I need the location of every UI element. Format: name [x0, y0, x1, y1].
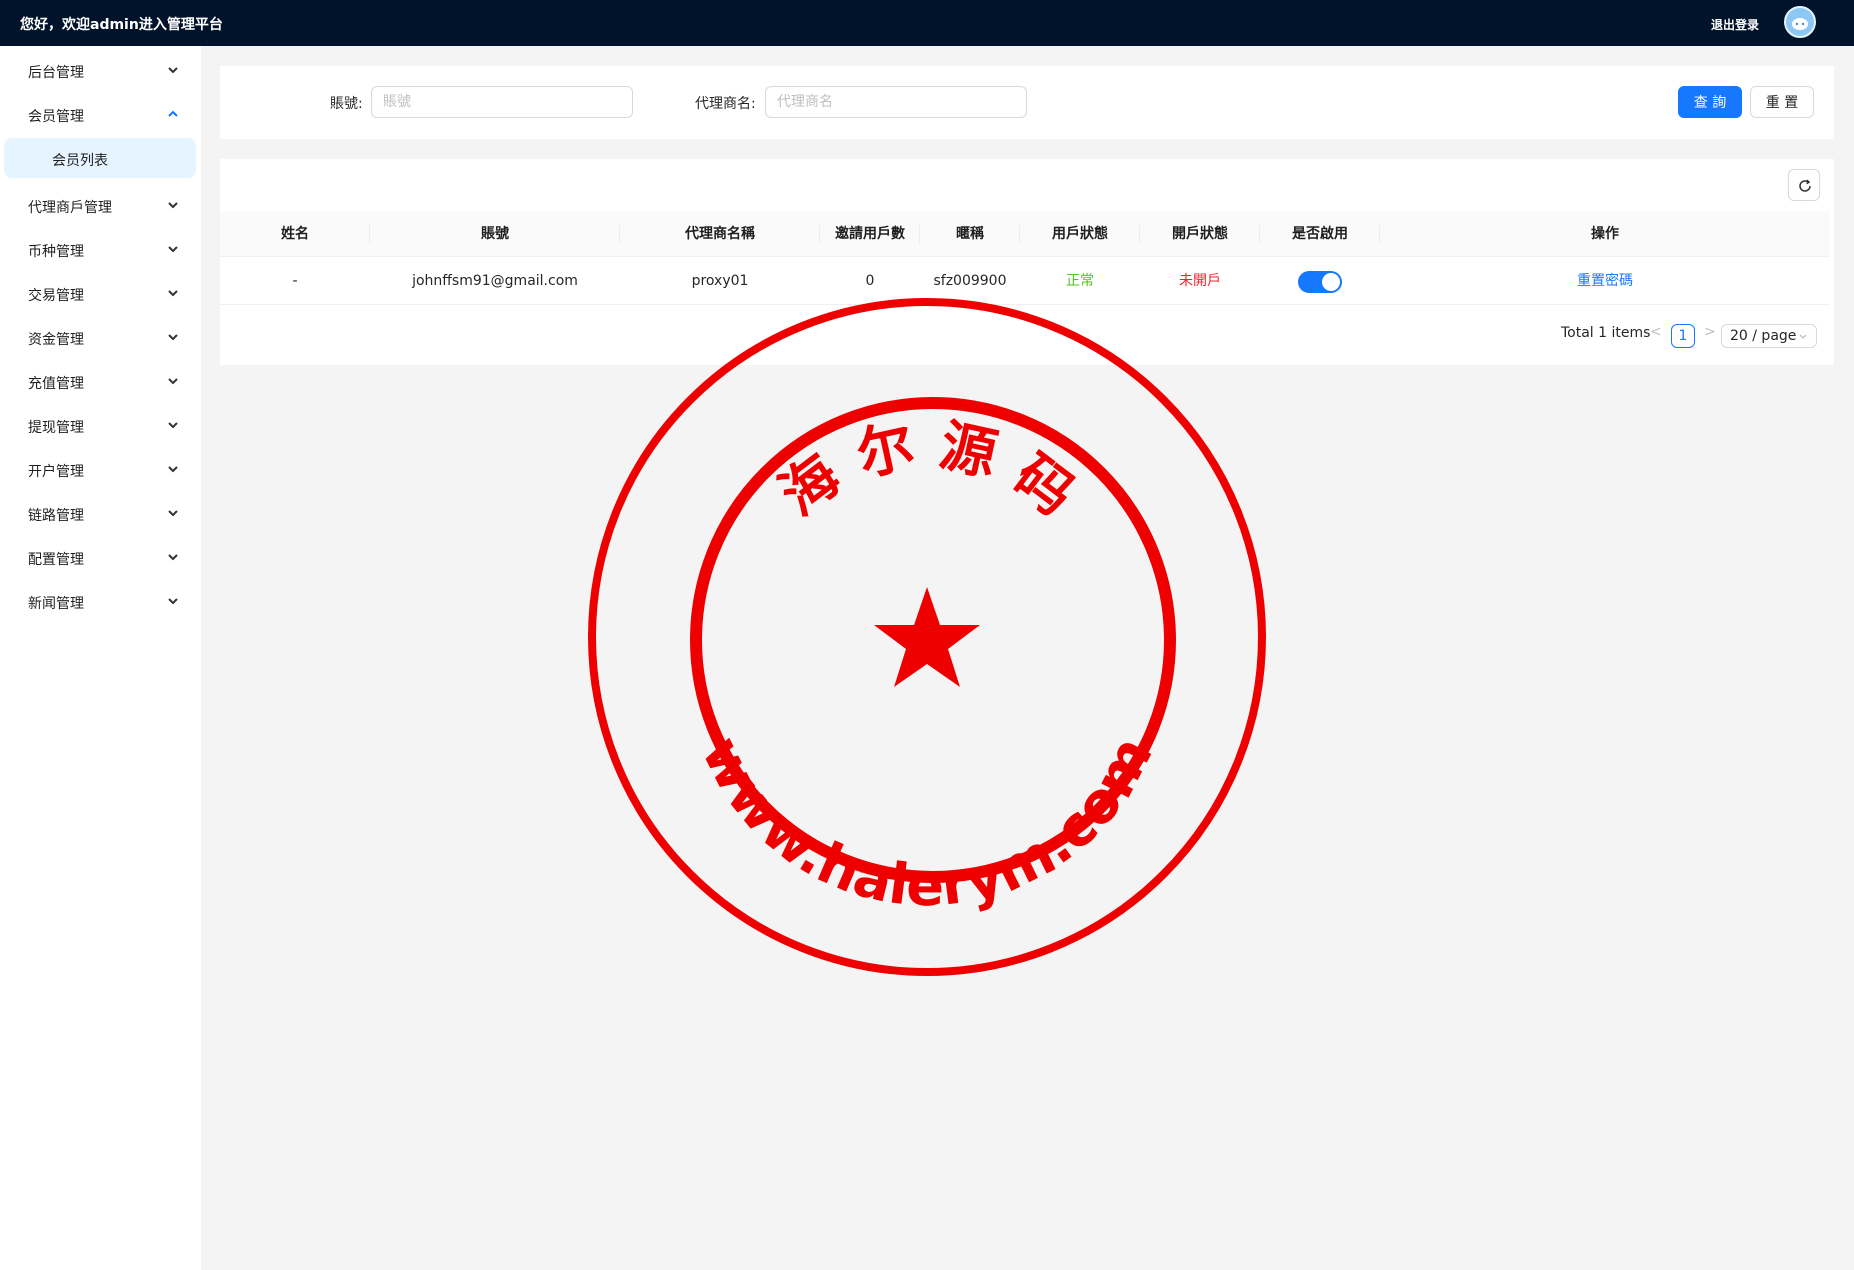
chevron-down-icon [168, 466, 178, 473]
sidebar-item-agents[interactable]: 代理商戶管理 [0, 185, 201, 225]
table-header: 姓名 賬號 代理商名稱 邀請用戶數 暱稱 用戶狀態 開戶狀態 是否啟用 操作 [220, 211, 1830, 257]
search-panel: 賬號: 代理商名: 查 詢 重 置 [220, 66, 1834, 139]
cell-invites: 0 [865, 273, 875, 289]
sidebar-item-label: 后台管理 [28, 65, 84, 81]
chevron-down-icon [168, 290, 178, 297]
sidebar-item-label: 会员管理 [28, 109, 84, 125]
cell-nickname: sfz009900 [933, 273, 1007, 289]
column-header: 操作 [1591, 226, 1619, 242]
reset-button[interactable]: 重 置 [1750, 86, 1814, 118]
sidebar-item-label: 新闻管理 [28, 596, 84, 612]
column-header: 代理商名稱 [620, 211, 820, 257]
sidebar-item-label: 开户管理 [28, 464, 84, 480]
chevron-down-icon [168, 422, 178, 429]
table-panel: 姓名 賬號 代理商名稱 邀請用戶數 暱稱 用戶狀態 開戶狀態 是否啟用 操作 -… [220, 159, 1834, 365]
cell-user-status: 正常 [1066, 273, 1094, 289]
column-header: 開戶狀態 [1140, 211, 1260, 257]
chevron-down-icon [168, 510, 178, 517]
cell-account: johnffsm91@gmail.com [412, 273, 578, 289]
sidebar-subitem-member-list[interactable]: 会员列表 [4, 138, 196, 178]
sidebar-item-funds[interactable]: 资金管理 [0, 317, 201, 357]
sidebar-item-deposit[interactable]: 充值管理 [0, 361, 201, 401]
sidebar-item-label: 交易管理 [28, 288, 84, 304]
reset-password-link[interactable]: 重置密碼 [1577, 273, 1633, 289]
chevron-down-icon [168, 554, 178, 561]
page-size-select[interactable]: 20 / page [1721, 324, 1817, 348]
watermark-seal-icon: 海 尔 源 码 www.haierym.com [588, 298, 1266, 976]
cell-enabled [1260, 257, 1380, 305]
column-header: 是否啟用 [1260, 211, 1380, 257]
chevron-down-icon [168, 334, 178, 341]
cell-open-status: 未開戶 [1179, 273, 1221, 289]
column-header: 用戶狀態 [1020, 211, 1140, 257]
query-button[interactable]: 查 詢 [1678, 86, 1742, 118]
account-input[interactable] [371, 86, 633, 118]
column-header: 賬號 [370, 211, 620, 257]
page-size-value: 20 / page [1730, 328, 1797, 344]
logout-link[interactable]: 退出登录 [1711, 16, 1759, 33]
column-header: 姓名 [220, 211, 370, 257]
sidebar-item-label: 链路管理 [28, 508, 84, 524]
agent-input[interactable] [765, 86, 1027, 118]
sidebar-item-label: 代理商戶管理 [28, 200, 112, 216]
sidebar-item-label: 币种管理 [28, 244, 84, 260]
watermark-top-text: 海 尔 源 码 [768, 413, 1085, 528]
welcome-text: 您好，欢迎admin进入管理平台 [20, 17, 223, 33]
cell-action: 重置密碼 [1380, 257, 1830, 305]
sidebar-item-account-opening[interactable]: 开户管理 [0, 449, 201, 489]
column-header: 暱稱 [920, 211, 1020, 257]
page-number-current[interactable]: 1 [1671, 324, 1695, 348]
prev-page-icon[interactable]: < [1650, 324, 1662, 340]
column-header: 邀請用戶數 [820, 211, 920, 257]
chevron-down-icon [168, 246, 178, 253]
table-row: - johnffsm91@gmail.com proxy01 0 sfz0099… [220, 257, 1830, 305]
enabled-toggle[interactable] [1298, 271, 1342, 293]
sidebar-item-chain[interactable]: 链路管理 [0, 493, 201, 533]
reload-icon [1799, 179, 1811, 192]
chevron-down-icon [168, 598, 178, 605]
watermark-bottom-text: www.haierym.com [688, 726, 1165, 919]
bot-face-icon [1792, 18, 1808, 30]
agent-label: 代理商名: [695, 96, 756, 112]
pagination-total: Total 1 items [1561, 325, 1651, 341]
sidebar-subitem-label: 会员列表 [52, 153, 108, 169]
sidebar-item-label: 资金管理 [28, 332, 84, 348]
sidebar-item-currency[interactable]: 币种管理 [0, 229, 201, 269]
cell-agent: proxy01 [691, 273, 749, 289]
chevron-down-icon [168, 202, 178, 209]
sidebar-item-news[interactable]: 新闻管理 [0, 581, 201, 621]
top-bar: 您好，欢迎admin进入管理平台 退出登录 [0, 0, 1854, 46]
sidebar-item-label: 充值管理 [28, 376, 84, 392]
chevron-down-icon [1799, 334, 1807, 339]
sidebar-item-trading[interactable]: 交易管理 [0, 273, 201, 313]
reload-button[interactable] [1788, 169, 1820, 201]
sidebar-item-members[interactable]: 会员管理 [0, 94, 201, 134]
toggle-knob [1322, 273, 1340, 291]
chevron-down-icon [168, 67, 178, 74]
sidebar-item-withdraw[interactable]: 提现管理 [0, 405, 201, 445]
account-label: 賬號: [330, 96, 363, 112]
chevron-up-icon [168, 110, 178, 117]
sidebar-item-backend[interactable]: 后台管理 [0, 50, 201, 90]
next-page-icon[interactable]: > [1704, 324, 1716, 340]
sidebar: 后台管理 会员管理 会员列表 代理商戶管理 币种管理 交易管理 资金管理 充值管… [0, 46, 201, 1270]
sidebar-item-label: 提现管理 [28, 420, 84, 436]
avatar-icon[interactable] [1784, 6, 1816, 38]
cell-name: - [292, 273, 298, 289]
chevron-down-icon [168, 378, 178, 385]
sidebar-item-config[interactable]: 配置管理 [0, 537, 201, 577]
sidebar-item-label: 配置管理 [28, 552, 84, 568]
